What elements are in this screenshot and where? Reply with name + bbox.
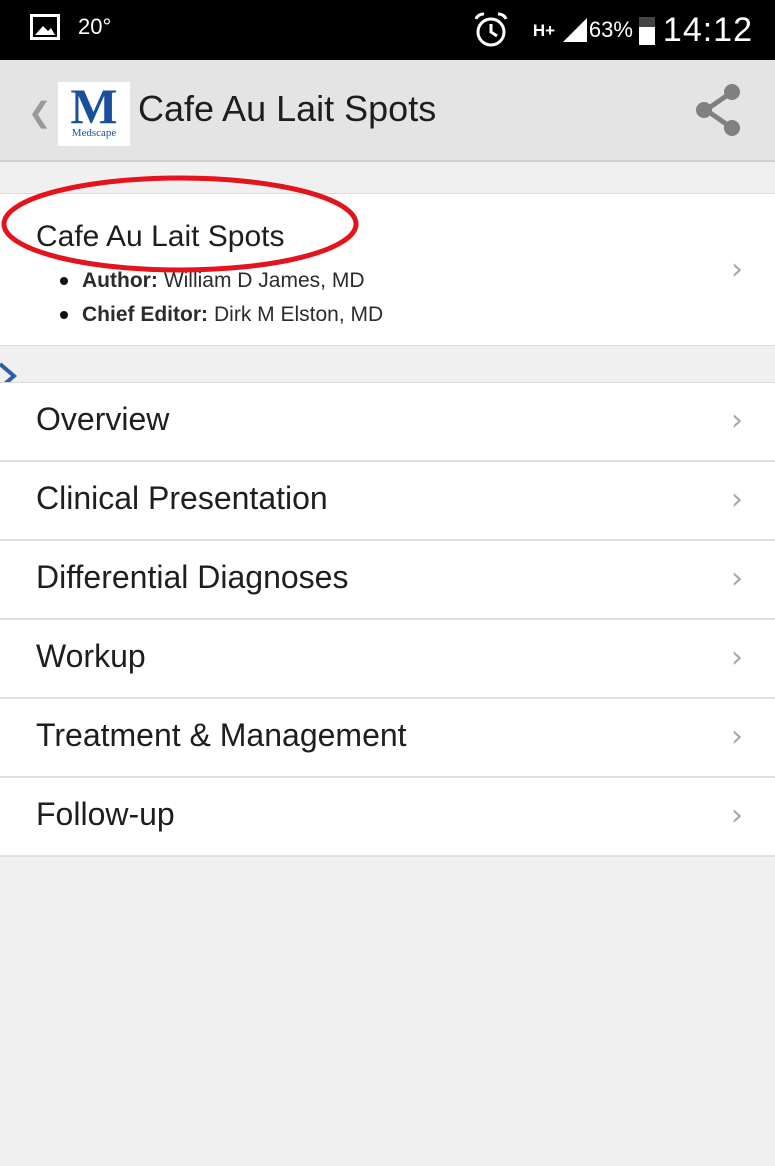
logo-wordmark: Medscape: [71, 127, 117, 139]
section-label: Workup: [36, 638, 146, 674]
clock: 14:12: [662, 10, 753, 49]
article-header-card[interactable]: Cafe Au Lait Spots Author: William D Jam…: [0, 193, 775, 346]
logo-letter: M: [70, 78, 118, 134]
temperature-text: 20°: [78, 14, 112, 39]
section-item-differential-diagnoses[interactable]: Differential Diagnoses ›: [0, 541, 775, 620]
page-title: Cafe Au Lait Spots: [138, 88, 437, 129]
article-title: Cafe Au Lait Spots: [36, 220, 285, 253]
credit-name: William D James, MD: [163, 269, 365, 292]
chevron-right-icon: ›: [731, 719, 743, 754]
share-icon[interactable]: [690, 80, 746, 140]
section-item-clinical-presentation[interactable]: Clinical Presentation ›: [0, 462, 775, 541]
credit-author: Author: William D James, MD: [36, 264, 383, 298]
battery-icon: [638, 15, 655, 45]
chevron-left-icon[interactable]: ❮: [28, 96, 51, 129]
section-label: Treatment & Management: [36, 717, 407, 753]
status-right-group: H+ 63% 14:12: [471, 8, 753, 52]
status-left-group: 20°: [30, 14, 111, 40]
credit-chief-editor: Chief Editor: Dirk M Elston, MD: [36, 298, 383, 332]
section-label: Overview: [36, 401, 170, 437]
section-list: Overview › Clinical Presentation › Diffe…: [0, 382, 775, 857]
chevron-right-icon: ›: [731, 640, 743, 675]
status-bar: 20° H+ 63% 14:12: [0, 0, 775, 60]
credits-list: Author: William D James, MD Chief Editor…: [36, 264, 383, 332]
section-item-workup[interactable]: Workup ›: [0, 620, 775, 699]
alarm-icon: [474, 12, 508, 47]
signal-icon: [562, 18, 587, 42]
network-type-label: H+: [532, 20, 556, 40]
battery-percent: 63%: [588, 17, 633, 42]
section-item-follow-up[interactable]: Follow-up ›: [0, 778, 775, 857]
chevron-right-icon: ›: [731, 798, 743, 833]
section-label: Differential Diagnoses: [36, 559, 349, 595]
battery-fill: [638, 27, 655, 45]
bullet-icon: [60, 311, 68, 319]
action-bar: ❮ M Medscape Cafe Au Lait Spots: [0, 60, 775, 162]
section-label: Follow-up: [36, 796, 175, 832]
section-item-overview[interactable]: Overview ›: [0, 383, 775, 462]
chevron-right-icon: ›: [731, 482, 743, 517]
credit-label: Chief Editor:: [82, 303, 208, 326]
section-label: Clinical Presentation: [36, 480, 328, 516]
gallery-icon: [30, 14, 60, 40]
section-item-treatment-management[interactable]: Treatment & Management ›: [0, 699, 775, 778]
credit-label: Author:: [82, 269, 158, 292]
chevron-right-icon: ›: [731, 561, 743, 596]
chevron-right-icon: ›: [731, 403, 743, 438]
credit-name: Dirk M Elston, MD: [214, 303, 384, 326]
chevron-right-icon: ›: [731, 252, 743, 287]
bullet-icon: [60, 277, 68, 285]
medscape-logo[interactable]: M Medscape: [58, 78, 130, 146]
